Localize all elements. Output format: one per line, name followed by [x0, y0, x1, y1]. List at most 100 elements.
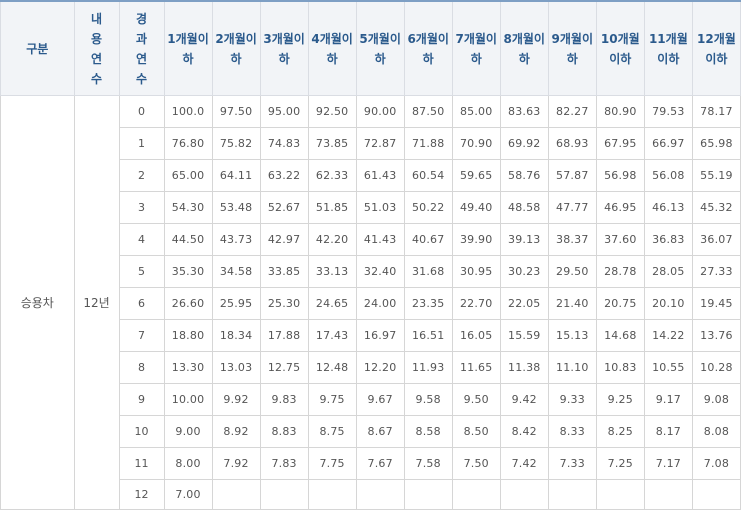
- rate-cell: 7.08: [691, 447, 741, 480]
- rate-cell: 7.58: [403, 447, 453, 480]
- elapsed-year-cell: 9: [118, 383, 165, 416]
- rate-cell: 10.55: [643, 351, 693, 384]
- rate-cell: 7.75: [307, 447, 357, 480]
- rate-cell: 85.00: [451, 95, 501, 128]
- rate-cell: 7.92: [211, 447, 261, 480]
- rate-cell: 10.83: [595, 351, 645, 384]
- rate-cell: 8.08: [691, 415, 741, 448]
- rate-cell: 17.88: [259, 319, 309, 352]
- rate-cell: 25.95: [211, 287, 261, 320]
- useful-life-cell: 12년: [73, 95, 120, 510]
- rate-cell: 15.13: [547, 319, 597, 352]
- rate-cell: 54.30: [163, 191, 213, 224]
- rate-cell: 8.25: [595, 415, 645, 448]
- rate-cell: 97.50: [211, 95, 261, 128]
- header-month-9: 9개월이하: [547, 0, 597, 96]
- rate-cell: 7.33: [547, 447, 597, 480]
- header-category: 구분: [0, 0, 75, 96]
- rate-cell: 79.53: [643, 95, 693, 128]
- rate-cell: 13.30: [163, 351, 213, 384]
- rate-cell: 59.65: [451, 159, 501, 192]
- rate-cell: 8.50: [451, 415, 501, 448]
- elapsed-year-cell: 0: [118, 95, 165, 128]
- rate-cell: 83.63: [499, 95, 549, 128]
- rate-cell: [595, 479, 645, 510]
- header-month-5: 5개월이하: [355, 0, 405, 96]
- rate-cell: 44.50: [163, 223, 213, 256]
- rate-cell: 13.03: [211, 351, 261, 384]
- rate-cell: 62.33: [307, 159, 357, 192]
- rate-cell: 28.05: [643, 255, 693, 288]
- rate-cell: 49.40: [451, 191, 501, 224]
- rate-cell: 45.32: [691, 191, 741, 224]
- rate-cell: 65.00: [163, 159, 213, 192]
- rate-cell: 37.60: [595, 223, 645, 256]
- rate-cell: 33.13: [307, 255, 357, 288]
- table-row: 승용차 12년 0 100.0 97.50 95.00 92.50 90.00 87.50 85.…: [0, 95, 741, 510]
- rate-cell: 71.88: [403, 127, 453, 160]
- rate-cell: 41.43: [355, 223, 405, 256]
- rate-cell: 22.70: [451, 287, 501, 320]
- rate-cell: [691, 479, 741, 510]
- rate-cell: 18.80: [163, 319, 213, 352]
- header-month-7: 7개월이하: [451, 0, 501, 96]
- rate-cell: 67.95: [595, 127, 645, 160]
- header-month-1: 1개월이하: [163, 0, 213, 96]
- rate-cell: 24.65: [307, 287, 357, 320]
- rate-cell: 9.33: [547, 383, 597, 416]
- rate-cell: 31.68: [403, 255, 453, 288]
- rate-cell: 35.30: [163, 255, 213, 288]
- rate-cell: 42.97: [259, 223, 309, 256]
- rate-cell: 30.23: [499, 255, 549, 288]
- rate-cell: 7.83: [259, 447, 309, 480]
- rate-cell: 17.43: [307, 319, 357, 352]
- rate-cell: 66.97: [643, 127, 693, 160]
- rate-cell: 57.87: [547, 159, 597, 192]
- rate-cell: 51.03: [355, 191, 405, 224]
- rate-cell: 9.25: [595, 383, 645, 416]
- rate-cell: 47.77: [547, 191, 597, 224]
- elapsed-year-cell: 6: [118, 287, 165, 320]
- header-useful-life: 내용연수: [73, 0, 120, 96]
- rate-cell: 14.22: [643, 319, 693, 352]
- rate-cell: 53.48: [211, 191, 261, 224]
- elapsed-year-cell: 3: [118, 191, 165, 224]
- rate-cell: 60.54: [403, 159, 453, 192]
- rate-cell: 9.50: [451, 383, 501, 416]
- elapsed-year-cell: 11: [118, 447, 165, 480]
- header-month-12: 12개월이하: [691, 0, 741, 96]
- rate-cell: 9.75: [307, 383, 357, 416]
- rate-cell: 7.25: [595, 447, 645, 480]
- elapsed-year-cell: 12: [118, 479, 165, 510]
- rate-cell: 78.17: [691, 95, 741, 128]
- rate-cell: 20.10: [643, 287, 693, 320]
- table-body: 승용차 12년 0 100.0 97.50 95.00 92.50 90.00 87.50 85.…: [0, 95, 741, 510]
- rate-cell: 26.60: [163, 287, 213, 320]
- rate-cell: [211, 479, 261, 510]
- rate-cell: [547, 479, 597, 510]
- rate-cell: [451, 479, 501, 510]
- rate-cell: 8.92: [211, 415, 261, 448]
- rate-cell: 12.48: [307, 351, 357, 384]
- category-cell: 승용차: [0, 95, 75, 510]
- rate-cell: 8.00: [163, 447, 213, 480]
- rate-cell: 9.00: [163, 415, 213, 448]
- rate-cell: 16.51: [403, 319, 453, 352]
- rate-cell: 46.95: [595, 191, 645, 224]
- rate-cell: 70.90: [451, 127, 501, 160]
- header-month-11: 11개월이하: [643, 0, 693, 96]
- rate-cell: 8.75: [307, 415, 357, 448]
- rate-cell: 8.17: [643, 415, 693, 448]
- rate-cell: 7.17: [643, 447, 693, 480]
- rate-cell: 75.82: [211, 127, 261, 160]
- rate-cell: 11.65: [451, 351, 501, 384]
- rate-cell: 9.08: [691, 383, 741, 416]
- rate-cell: 28.78: [595, 255, 645, 288]
- rate-cell: 13.76: [691, 319, 741, 352]
- rate-cell: 63.22: [259, 159, 309, 192]
- header-month-3: 3개월이하: [259, 0, 309, 96]
- header-month-2: 2개월이하: [211, 0, 261, 96]
- elapsed-year-cell: 1: [118, 127, 165, 160]
- rate-cell: 11.10: [547, 351, 597, 384]
- header-month-10: 10개월이하: [595, 0, 645, 96]
